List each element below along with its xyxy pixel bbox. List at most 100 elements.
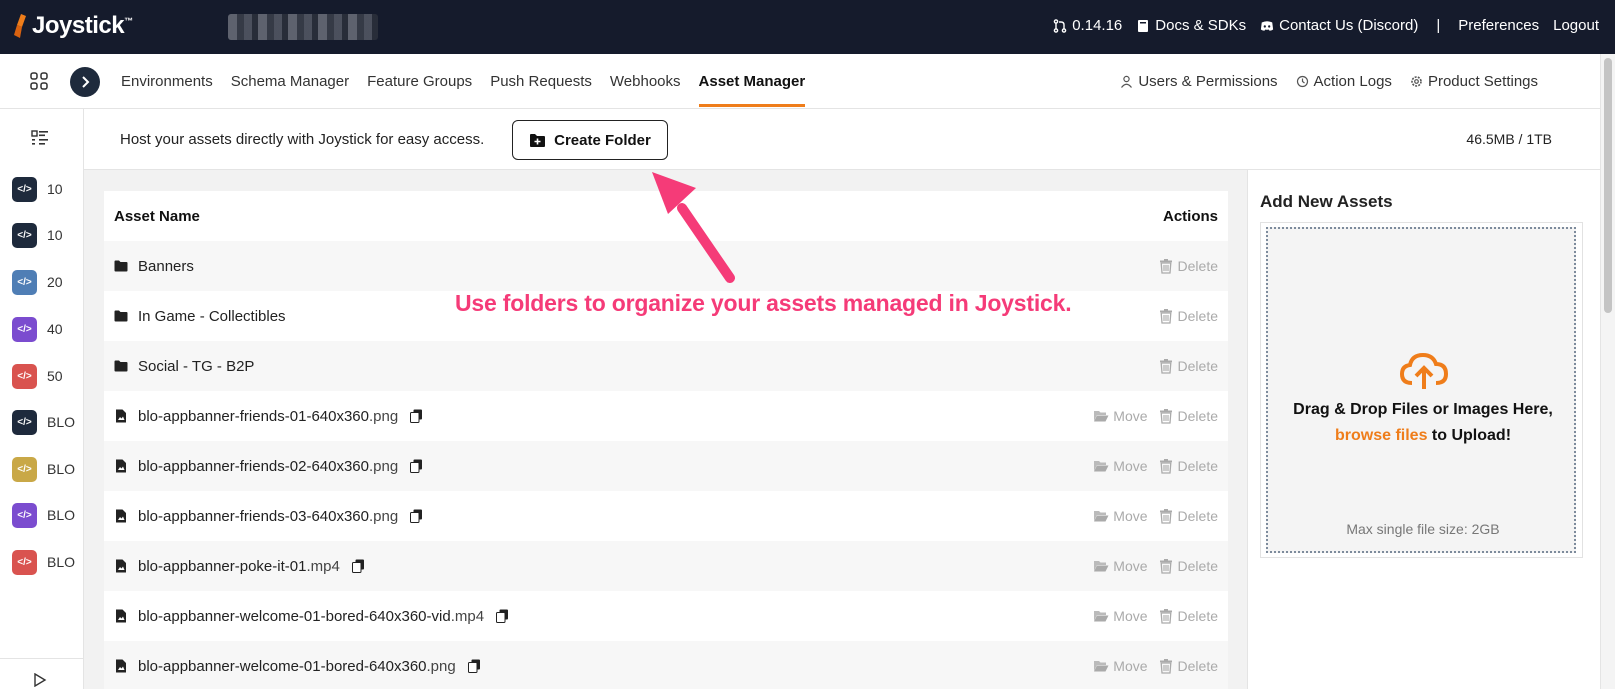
delete-button[interactable]: Delete [1158, 608, 1218, 624]
delete-button[interactable]: Delete [1158, 308, 1218, 324]
preferences-link[interactable]: Preferences [1458, 17, 1539, 34]
asset-name[interactable]: blo-appbanner-friends-01-640x360.png [138, 408, 398, 425]
annotation-text: Use folders to organize your assets mana… [455, 290, 1072, 316]
sidebar-item-7[interactable]: </> BLO [12, 501, 82, 529]
delete-button[interactable]: Delete [1158, 408, 1218, 424]
row-actions: Delete [1158, 291, 1218, 341]
table-row[interactable]: blo-appbanner-friends-01-640x360.png Move… [104, 391, 1228, 441]
move-button[interactable]: Move [1093, 458, 1148, 474]
row-actions: Move Delete [1093, 541, 1218, 591]
move-button[interactable]: Move [1093, 658, 1148, 674]
product-settings-link[interactable]: Product Settings [1410, 73, 1538, 90]
environment-badge-icon: </> [12, 549, 37, 575]
scrollbar-thumb[interactable] [1604, 58, 1612, 313]
delete-button[interactable]: Delete [1158, 358, 1218, 374]
copy-icon[interactable] [496, 609, 509, 623]
folder-icon [114, 360, 128, 372]
move-button[interactable]: Move [1093, 508, 1148, 524]
sidebar-item-label: BLO [47, 554, 76, 570]
contact-link[interactable]: Contact Us (Discord) [1260, 17, 1418, 34]
environment-badge-icon: </> [12, 316, 37, 342]
max-file-size: Max single file size: 2GB [1346, 521, 1500, 537]
move-button[interactable]: Move [1093, 608, 1148, 624]
user-icon [1121, 75, 1133, 88]
asset-name[interactable]: blo-appbanner-friends-03-640x360.png [138, 508, 398, 525]
table-row[interactable]: blo-appbanner-friends-02-640x360.png Move… [104, 441, 1228, 491]
sidebar-item-1[interactable]: </> 10 [12, 221, 82, 249]
row-actions: Delete [1158, 241, 1218, 291]
row-actions: Move Delete [1093, 441, 1218, 491]
version-link[interactable]: 0.14.16 [1053, 17, 1122, 34]
book-icon [1138, 19, 1149, 32]
table-row[interactable]: blo-appbanner-welcome-01-bored-640x360.p… [104, 641, 1228, 689]
environment-badge-icon: </> [12, 222, 37, 248]
column-asset-name: Asset Name [114, 207, 200, 225]
history-icon [1296, 75, 1308, 88]
tab-push-requests[interactable]: Push Requests [490, 54, 592, 109]
discord-icon [1261, 20, 1274, 31]
users-permissions-link[interactable]: Users & Permissions [1120, 73, 1278, 90]
trash-icon [1159, 309, 1172, 324]
copy-icon[interactable] [351, 559, 365, 573]
sidebar-item-3[interactable]: </> 40 [12, 315, 82, 343]
action-logs-link[interactable]: Action Logs [1296, 73, 1392, 90]
asset-name[interactable]: blo-appbanner-welcome-01-bored-640x360.p… [138, 658, 456, 675]
table-row[interactable]: blo-appbanner-welcome-01-bored-640x360-v… [104, 591, 1228, 641]
move-button[interactable]: Move [1093, 558, 1148, 574]
row-actions: Move Delete [1093, 641, 1218, 689]
table-row[interactable]: blo-appbanner-poke-it-01.mp4 Move Delete [104, 541, 1228, 591]
apps-grid-icon[interactable] [30, 72, 48, 90]
delete-button[interactable]: Delete [1158, 508, 1218, 524]
sidebar-item-4[interactable]: </> 50 [12, 362, 82, 390]
joystick-logo[interactable]: Joystick™ [12, 12, 133, 40]
delete-button[interactable]: Delete [1158, 458, 1218, 474]
sidebar-item-2[interactable]: </> 20 [12, 268, 82, 296]
expand-sidebar-button[interactable] [70, 67, 100, 97]
copy-icon[interactable] [410, 409, 423, 423]
copy-icon[interactable] [410, 509, 423, 523]
asset-name[interactable]: blo-appbanner-friends-02-640x360.png [138, 458, 398, 475]
sidebar-item-5[interactable]: </> BLO [12, 408, 82, 436]
logout-link[interactable]: Logout [1553, 17, 1599, 34]
delete-button[interactable]: Delete [1158, 658, 1218, 674]
play-icon[interactable] [33, 673, 47, 687]
asset-name[interactable]: blo-appbanner-poke-it-01.mp4 [138, 558, 340, 575]
delete-button[interactable]: Delete [1158, 558, 1218, 574]
move-button[interactable]: Move [1093, 408, 1148, 424]
asset-name[interactable]: Banners [138, 258, 194, 275]
users-permissions-label: Users & Permissions [1138, 73, 1278, 90]
tab-environments[interactable]: Environments [121, 54, 213, 109]
browse-files-link[interactable]: browse files [1335, 427, 1427, 444]
asset-manager-header: Host your assets directly with Joystick … [84, 109, 1600, 170]
page-scrollbar[interactable] [1600, 54, 1615, 689]
tab-schema-manager[interactable]: Schema Manager [231, 54, 349, 109]
storage-usage: 46.5MB / 1TB [1466, 131, 1552, 147]
delete-button[interactable]: Delete [1158, 258, 1218, 274]
drop-zone[interactable]: Drag & Drop Files or Images Here, browse… [1266, 227, 1576, 553]
table-row[interactable]: Social - TG - B2P Delete [104, 341, 1228, 391]
asset-name[interactable]: blo-appbanner-welcome-01-bored-640x360-v… [138, 608, 484, 625]
cloud-upload-icon [1399, 352, 1449, 389]
asset-name[interactable]: In Game - Collectibles [138, 308, 286, 325]
contact-label: Contact Us (Discord) [1279, 17, 1419, 34]
table-row[interactable]: blo-appbanner-friends-03-640x360.png Move… [104, 491, 1228, 541]
asset-name[interactable]: Social - TG - B2P [138, 358, 254, 375]
create-folder-button[interactable]: Create Folder [512, 120, 668, 160]
copy-icon[interactable] [410, 459, 423, 473]
logo-text: Joystick™ [32, 12, 133, 39]
sidebar-item-6[interactable]: </> BLO [12, 455, 82, 483]
row-actions: Move Delete [1093, 491, 1218, 541]
docs-link[interactable]: Docs & SDKs [1136, 17, 1246, 34]
sidebar-item-0[interactable]: </> 10 [12, 175, 82, 203]
list-icon[interactable] [31, 129, 49, 147]
copy-icon[interactable] [467, 659, 481, 673]
environment-badge-icon: </> [12, 363, 37, 389]
sidebar-item-8[interactable]: </> BLO [12, 548, 82, 576]
tab-feature-groups[interactable]: Feature Groups [367, 54, 472, 109]
trash-icon [1159, 359, 1172, 374]
trash-icon [1159, 659, 1172, 674]
tab-webhooks[interactable]: Webhooks [610, 54, 681, 109]
environment-badge-icon: </> [12, 269, 37, 295]
chevron-right-icon [82, 76, 90, 88]
tab-asset-manager[interactable]: Asset Manager [698, 54, 805, 109]
